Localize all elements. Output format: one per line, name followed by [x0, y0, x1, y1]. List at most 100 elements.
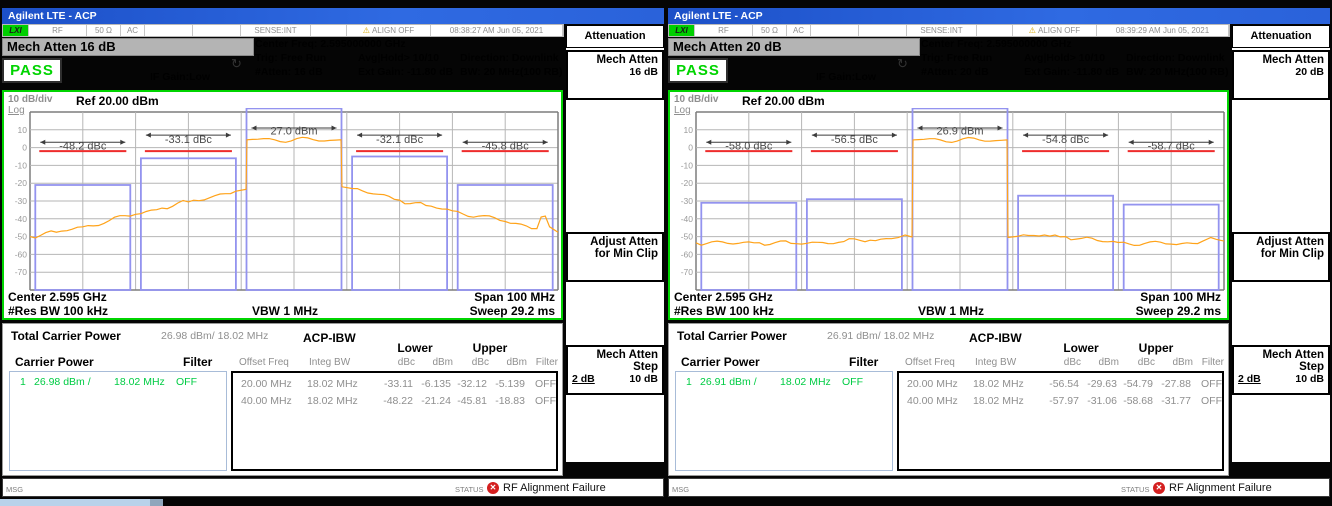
svg-text:-20: -20 [681, 178, 694, 188]
total-carrier-power-value: 26.98 dBm/ 18.02 MHz [161, 330, 268, 342]
results-area: Total Carrier Power 26.91 dBm/ 18.02 MHz… [668, 323, 1229, 476]
carrier-table: 1 26.91 dBm / 18.02 MHz OFF [675, 371, 893, 471]
center-freq-readout: Center Freq: 2.595000000 GHz [921, 38, 1072, 50]
bw-readout: BW: 20 MHz(100 RB) [460, 66, 563, 78]
measurement-banner: Mech Atten 20 dB [668, 38, 920, 56]
offset-table: 20.00 MHz 18.02 MHz -56.54 -29.63 -54.79… [897, 371, 1224, 471]
trigger-readout: Trig: Free Run [921, 52, 992, 64]
center-annotation: Center 2.595 GHz [674, 290, 773, 304]
step-2db-option[interactable]: 2 dB [572, 373, 595, 385]
clock: 08:38:27 AM Jun 05, 2021 [431, 25, 563, 36]
lower-group-header: Lower [1063, 341, 1098, 355]
measurement-banner: Mech Atten 16 dB [2, 38, 254, 56]
center-annotation: Center 2.595 GHz [8, 290, 107, 304]
spectrum-display: 10 dB/div Log Ref 20.00 dBm 100-10-20-30… [2, 90, 563, 320]
align-indicator: ⚠ALIGN OFF [347, 25, 431, 36]
status-strip: LXI RF 50 Ω AC SENSE:INT ⚠ALIGN OFF 08:3… [668, 24, 1230, 37]
carrier-index: 1 [676, 376, 700, 388]
upper-group-header: Upper [1139, 341, 1174, 355]
mech-atten-softkey[interactable]: Mech Atten 16 dB [566, 50, 664, 100]
svg-text:0: 0 [22, 143, 27, 153]
error-icon: ✕ [1153, 482, 1165, 494]
continuous-sweep-icon: ↻ [897, 56, 908, 72]
coupling-indicator: AC [787, 25, 811, 36]
svg-text:-45.8 dBc: -45.8 dBc [482, 140, 530, 152]
svg-text:10: 10 [18, 125, 28, 135]
sense-indicator: SENSE:INT [241, 25, 311, 36]
status-cell-empty [811, 25, 859, 36]
carrier-index: 1 [10, 376, 34, 388]
analyzer-panel-right: Agilent LTE - ACP LXI RF 50 Ω AC SENSE:I… [666, 0, 1332, 506]
msg-label: MSG [672, 485, 689, 494]
carrier-table: 1 26.98 dBm / 18.02 MHz OFF [9, 371, 227, 471]
svg-text:-56.5 dBc: -56.5 dBc [831, 134, 879, 146]
filter-header: Filter [183, 355, 212, 369]
svg-text:-20: -20 [15, 178, 28, 188]
align-indicator: ⚠ALIGN OFF [1013, 25, 1097, 36]
svg-text:-40: -40 [681, 214, 694, 224]
avg-hold-readout: Avg|Hold> 10/10 [358, 52, 439, 64]
sense-indicator: SENSE:INT [907, 25, 977, 36]
ext-gain-readout: Ext Gain: -11.80 dB [1024, 66, 1119, 78]
spectrum-chart: 100-10-20-30-40-50-60-70-58.0 dBc-56.5 d… [670, 108, 1227, 294]
carrier-power-header: Carrier Power [15, 355, 94, 369]
softkey-column: Attenuation Mech Atten 20 dB Adjust Atte… [1232, 25, 1330, 462]
mech-atten-step-softkey[interactable]: Mech Atten Step 2 dB 10 dB [1232, 345, 1330, 395]
ref-level-label: Ref 20.00 dBm [742, 94, 825, 108]
clock: 08:39:29 AM Jun 05, 2021 [1097, 25, 1229, 36]
table-row: 40.00 MHz 18.02 MHz -48.22 -21.24 -45.81… [233, 395, 556, 407]
impedance-indicator: 50 Ω [87, 25, 121, 36]
status-strip: LXI RF 50 Ω AC SENSE:INT ⚠ALIGN OFF 08:3… [2, 24, 564, 37]
adjust-atten-softkey[interactable]: Adjust Atten for Min Clip [566, 232, 664, 282]
softkey-menu-title: Attenuation [1232, 25, 1330, 48]
total-carrier-power-label: Total Carrier Power [11, 329, 121, 343]
if-gain-label: IF Gain:Low [816, 71, 876, 83]
adjust-atten-softkey[interactable]: Adjust Atten for Min Clip [1232, 232, 1330, 282]
acp-ibw-label: ACP-IBW [303, 331, 356, 345]
mech-atten-step-softkey[interactable]: Mech Atten Step 2 dB 10 dB [566, 345, 664, 395]
carrier-power-header: Carrier Power [681, 355, 760, 369]
svg-text:-32.1 dBc: -32.1 dBc [376, 134, 424, 146]
span-annotation: Span 100 MHz [1140, 290, 1221, 304]
mech-atten-softkey[interactable]: Mech Atten 20 dB [1232, 50, 1330, 100]
vbw-annotation: VBW 1 MHz [918, 304, 984, 318]
if-gain-label: IF Gain:Low [150, 71, 210, 83]
carrier-filter-value: OFF [842, 376, 892, 388]
lxi-indicator: LXI [669, 25, 695, 36]
svg-text:27.0 dBm: 27.0 dBm [270, 125, 317, 137]
message-status-bar: MSG STATUS ✕ RF Alignment Failure [2, 478, 664, 497]
screenshot-artifact [150, 499, 163, 506]
table-row: 20.00 MHz 18.02 MHz -33.11 -6.135 -32.12… [233, 378, 556, 390]
rf-indicator: RF [695, 25, 753, 36]
svg-text:0: 0 [688, 143, 693, 153]
lower-group-header: Lower [397, 341, 432, 355]
status-cell-empty [311, 25, 347, 36]
table-row: 40.00 MHz 18.02 MHz -57.97 -31.06 -58.68… [899, 395, 1222, 407]
sweep-annotation: Sweep 29.2 ms [470, 304, 555, 318]
pass-badge: PASS [668, 58, 728, 83]
direction-readout: Direction: Downlink [1126, 52, 1225, 64]
carrier-bw-value: 18.02 MHz [114, 376, 176, 388]
svg-text:-70: -70 [681, 267, 694, 277]
atten-readout: #Atten: 16 dB [255, 66, 323, 78]
sweep-annotation: Sweep 29.2 ms [1136, 304, 1221, 318]
error-icon: ✕ [487, 482, 499, 494]
step-10db-option[interactable]: 10 dB [629, 373, 658, 385]
status-label: STATUS [1121, 485, 1149, 494]
coupling-indicator: AC [121, 25, 145, 36]
offset-table-header: Offset Freq Integ BW dBc dBm dBc dBm Fil… [897, 357, 1224, 368]
carrier-filter-value: OFF [176, 376, 226, 388]
svg-text:-70: -70 [15, 267, 28, 277]
trigger-readout: Trig: Free Run [255, 52, 326, 64]
status-alert-text: RF Alignment Failure [503, 482, 606, 494]
ref-level-label: Ref 20.00 dBm [76, 94, 159, 108]
rf-indicator: RF [29, 25, 87, 36]
step-2db-option[interactable]: 2 dB [1238, 373, 1261, 385]
spectrum-chart: 100-10-20-30-40-50-60-70-48.2 dBc-33.1 d… [4, 108, 561, 294]
svg-text:-50: -50 [681, 232, 694, 242]
analyzer-panel-left: Agilent LTE - ACP LXI RF 50 Ω AC SENSE:I… [0, 0, 666, 506]
offset-table: 20.00 MHz 18.02 MHz -33.11 -6.135 -32.12… [231, 371, 558, 471]
carrier-power-value: 26.98 dBm / [34, 376, 114, 388]
step-10db-option[interactable]: 10 dB [1295, 373, 1324, 385]
vbw-annotation: VBW 1 MHz [252, 304, 318, 318]
